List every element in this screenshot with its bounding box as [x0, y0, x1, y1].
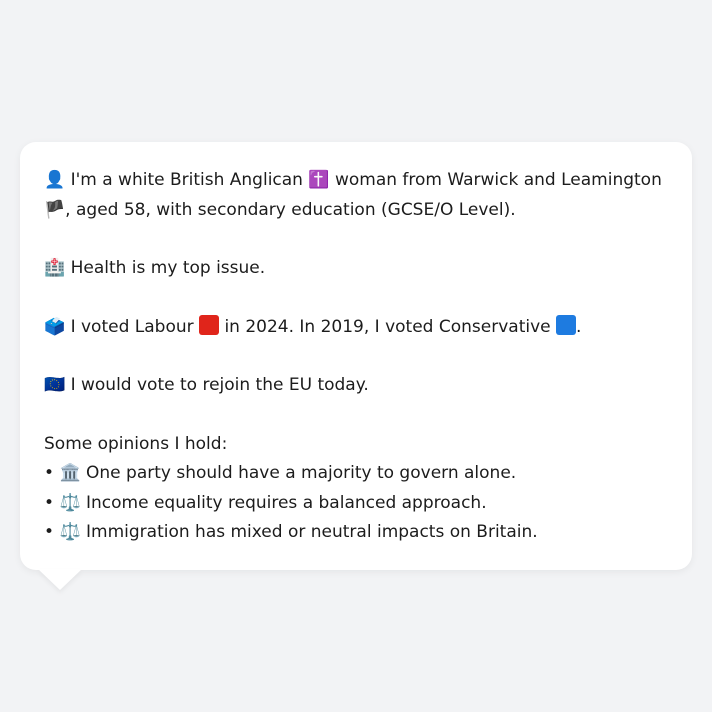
classical-building-icon: 🏛️: [59, 463, 81, 483]
person-icon: 👤: [44, 170, 66, 190]
conservative-blue-square-icon: [556, 314, 577, 335]
persona-vote: 🗳️ I voted Labour in 2024. In 2019, I vo…: [44, 313, 672, 343]
vote-text-b: in 2024. In 2019, I voted Conservative: [224, 316, 551, 337]
persona-intro: 👤 I'm a white British Anglican ✝️ woman …: [44, 166, 672, 225]
opinion-item: • ⚖️ Immigration has mixed or neutral im…: [44, 518, 672, 548]
cross-icon: ✝️: [308, 170, 330, 190]
balance-scale-icon: ⚖️: [59, 522, 81, 542]
bullet: •: [44, 492, 55, 513]
vote-text-c: .: [576, 316, 582, 337]
labour-red-square-icon: [199, 314, 220, 335]
intro-text-a: I'm a white British Anglican: [70, 170, 303, 190]
bullet: •: [44, 463, 55, 483]
eu-text: I would vote to rejoin the EU today.: [70, 375, 369, 395]
bullet: •: [44, 522, 55, 542]
health-text: Health is my top issue.: [70, 258, 266, 278]
ballot-box-icon: 🗳️: [44, 316, 66, 337]
opinion-text: Immigration has mixed or neutral impacts…: [86, 522, 538, 542]
opinions-heading: Some opinions I hold:: [44, 433, 228, 454]
opinion-text: Income equality requires a balanced appr…: [86, 492, 487, 513]
balance-scale-icon: ⚖️: [59, 492, 81, 513]
intro-text-c: , aged 58, with secondary education (GCS…: [65, 199, 516, 220]
persona-message-bubble: 👤 I'm a white British Anglican ✝️ woman …: [20, 142, 692, 570]
hospital-icon: 🏥: [44, 258, 66, 278]
persona-health: 🏥 Health is my top issue.: [44, 254, 672, 284]
eu-flag-icon: 🇪🇺: [44, 375, 66, 395]
opinion-text: One party should have a majority to gove…: [86, 463, 517, 483]
vote-text-a: I voted Labour: [70, 316, 194, 337]
england-flag-icon: 🏴: [44, 199, 66, 220]
opinion-item: • ⚖️ Income equality requires a balanced…: [44, 489, 672, 519]
persona-eu: 🇪🇺 I would vote to rejoin the EU today.: [44, 371, 672, 401]
bubble-tail: [38, 569, 82, 590]
opinion-item: • 🏛️ One party should have a majority to…: [44, 459, 672, 489]
intro-text-b: woman from Warwick and Leamington: [334, 170, 662, 190]
